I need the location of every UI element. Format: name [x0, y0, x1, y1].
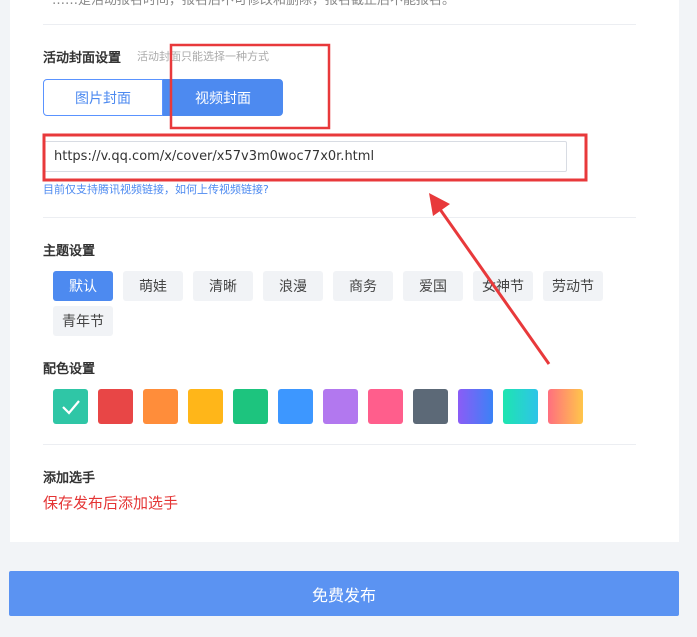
color-swatch-red[interactable]: [98, 389, 133, 424]
color-swatch-green[interactable]: [233, 389, 268, 424]
top-note-text: ……是活动报名时间，报名后不可修改和删除，报名截止后不能报名。: [52, 0, 456, 8]
theme-section-title: 主题设置: [43, 244, 96, 259]
theme-option-youth-day[interactable]: 青年节: [53, 306, 113, 336]
theme-option-romantic[interactable]: 浪漫: [263, 271, 323, 301]
theme-option-womens-day[interactable]: 女神节: [473, 271, 533, 301]
color-swatch-orange[interactable]: [143, 389, 178, 424]
cover-section-title: 活动封面设置: [43, 51, 122, 66]
theme-option-business[interactable]: 商务: [333, 271, 393, 301]
color-section-title: 配色设置: [43, 362, 96, 377]
theme-option-labor-day[interactable]: 劳动节: [543, 271, 603, 301]
color-swatch-gradient-cyan[interactable]: [503, 389, 538, 424]
color-swatch-blue[interactable]: [278, 389, 313, 424]
video-url-input[interactable]: [43, 141, 567, 172]
check-icon: [61, 399, 80, 415]
color-swatch-gradient-purple-blue[interactable]: [458, 389, 493, 424]
color-swatch-pink[interactable]: [368, 389, 403, 424]
publish-button[interactable]: 免费发布: [9, 571, 679, 616]
video-link-help[interactable]: 目前仅支持腾讯视频链接，如何上传视频链接?: [43, 181, 269, 197]
video-cover-option[interactable]: 视频封面: [163, 79, 283, 116]
color-swatch-teal[interactable]: [53, 389, 88, 424]
color-swatch-slate[interactable]: [413, 389, 448, 424]
color-swatch-purple[interactable]: [323, 389, 358, 424]
divider: [43, 24, 636, 25]
theme-option-patriotic[interactable]: 爱国: [403, 271, 463, 301]
theme-option-cute[interactable]: 萌娃: [123, 271, 183, 301]
add-players-note: 保存发布后添加选手: [43, 494, 179, 512]
theme-option-default[interactable]: 默认: [53, 271, 113, 301]
divider: [43, 217, 636, 218]
theme-option-clear[interactable]: 清晰: [193, 271, 253, 301]
image-cover-option[interactable]: 图片封面: [43, 79, 163, 116]
divider: [43, 444, 636, 445]
cover-section-hint: 活动封面只能选择一种方式: [137, 50, 269, 63]
color-swatch-gradient-pink-orange[interactable]: [548, 389, 583, 424]
players-section-title: 添加选手: [43, 471, 96, 486]
color-swatch-yellow[interactable]: [188, 389, 223, 424]
